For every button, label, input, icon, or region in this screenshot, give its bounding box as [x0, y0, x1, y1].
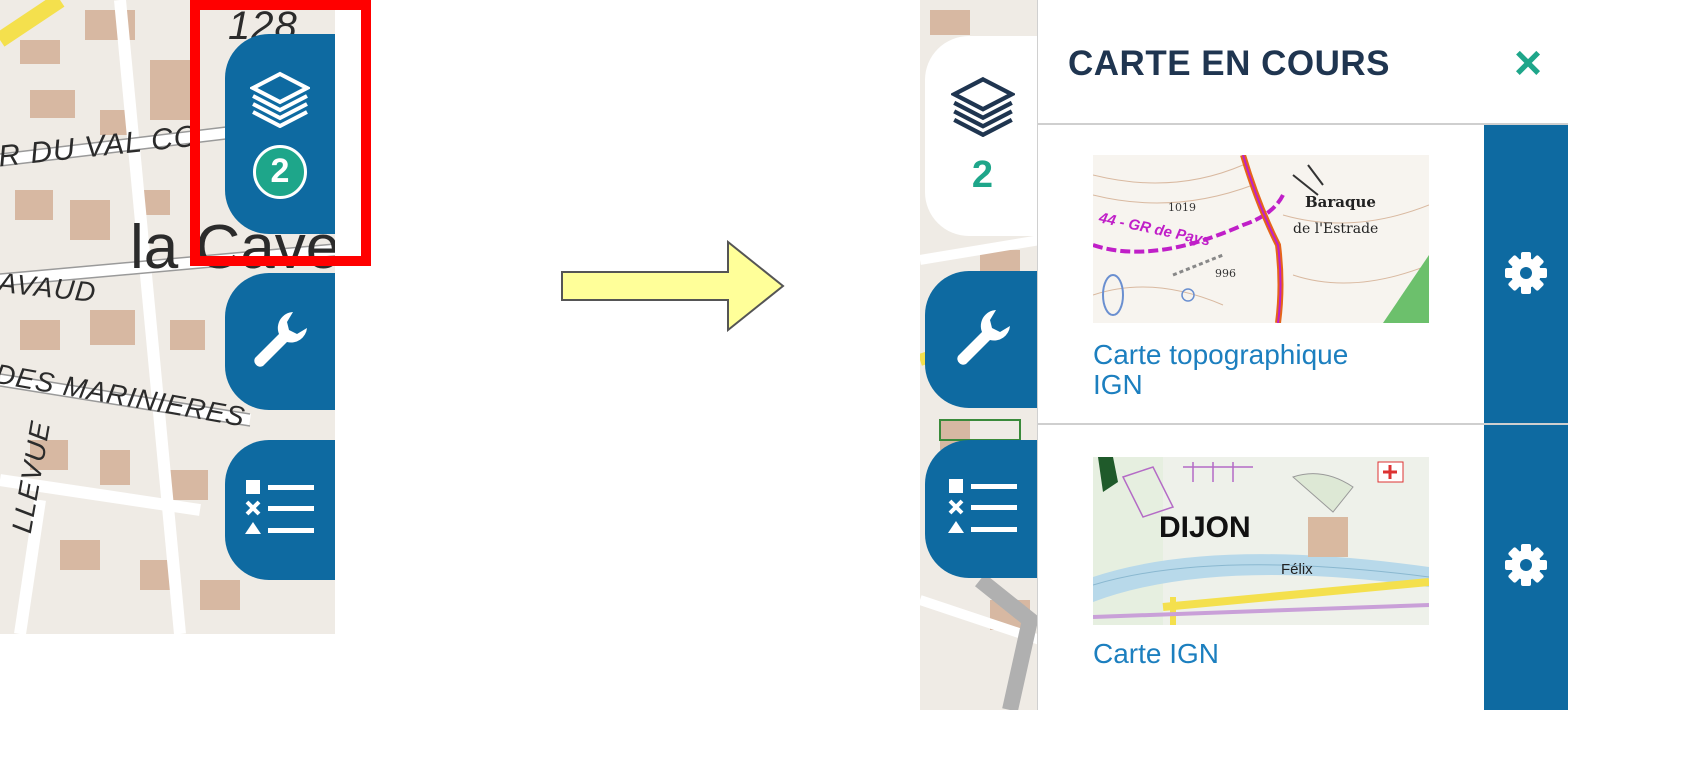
- highlight-box: [190, 0, 371, 266]
- layer-name-line2: IGN: [1093, 369, 1143, 400]
- gear-icon: [1504, 543, 1548, 592]
- legend-tab[interactable]: [925, 440, 1040, 578]
- layer-thumbnail: 1019 44 - GR de Pays Baraque de l'Estrad…: [1093, 155, 1429, 323]
- thumb-label: 996: [1215, 267, 1236, 280]
- thumb-label: Félix: [1281, 561, 1313, 578]
- layers-tab-active[interactable]: 2: [925, 36, 1040, 236]
- tools-tab[interactable]: [225, 273, 335, 410]
- close-icon[interactable]: ×: [1508, 40, 1548, 88]
- layer-name-line1: Carte topographique: [1093, 339, 1349, 370]
- thumb-label: de l'Estrade: [1293, 221, 1379, 237]
- topographic-thumbnail: [1093, 155, 1429, 323]
- legend-list-icon: [947, 475, 1019, 544]
- layers-count: 2: [971, 154, 994, 196]
- legend-list-icon: [244, 476, 316, 545]
- layer-name-line1: Carte IGN: [1093, 638, 1220, 669]
- wrench-icon: [952, 306, 1014, 373]
- layer-thumbnail: DIJON Félix: [1093, 457, 1429, 625]
- legend-tab[interactable]: [225, 440, 335, 580]
- thumb-label: 1019: [1168, 201, 1196, 214]
- panel-title: CARTE EN COURS: [1068, 44, 1391, 83]
- current-map-panel: CARTE EN COURS × 1019 44 - GR de Pays Ba…: [1037, 0, 1568, 710]
- wrench-icon: [249, 308, 311, 375]
- thumb-label: DIJON: [1159, 511, 1251, 544]
- layer-item[interactable]: 1019 44 - GR de Pays Baraque de l'Estrad…: [1038, 123, 1568, 425]
- thumb-label: Baraque: [1305, 193, 1376, 211]
- layer-name[interactable]: Carte topographique IGN: [1093, 340, 1348, 400]
- gear-icon: [1504, 251, 1548, 300]
- layer-settings-button[interactable]: [1484, 125, 1568, 425]
- transition-arrow: [560, 239, 786, 333]
- layer-name[interactable]: Carte IGN: [1093, 639, 1219, 669]
- tools-tab[interactable]: [925, 271, 1040, 408]
- ign-map-thumbnail: [1093, 457, 1429, 625]
- layers-icon: [949, 75, 1016, 142]
- layer-settings-button[interactable]: [1484, 425, 1568, 710]
- layer-item[interactable]: DIJON Félix Carte IGN: [1038, 423, 1568, 710]
